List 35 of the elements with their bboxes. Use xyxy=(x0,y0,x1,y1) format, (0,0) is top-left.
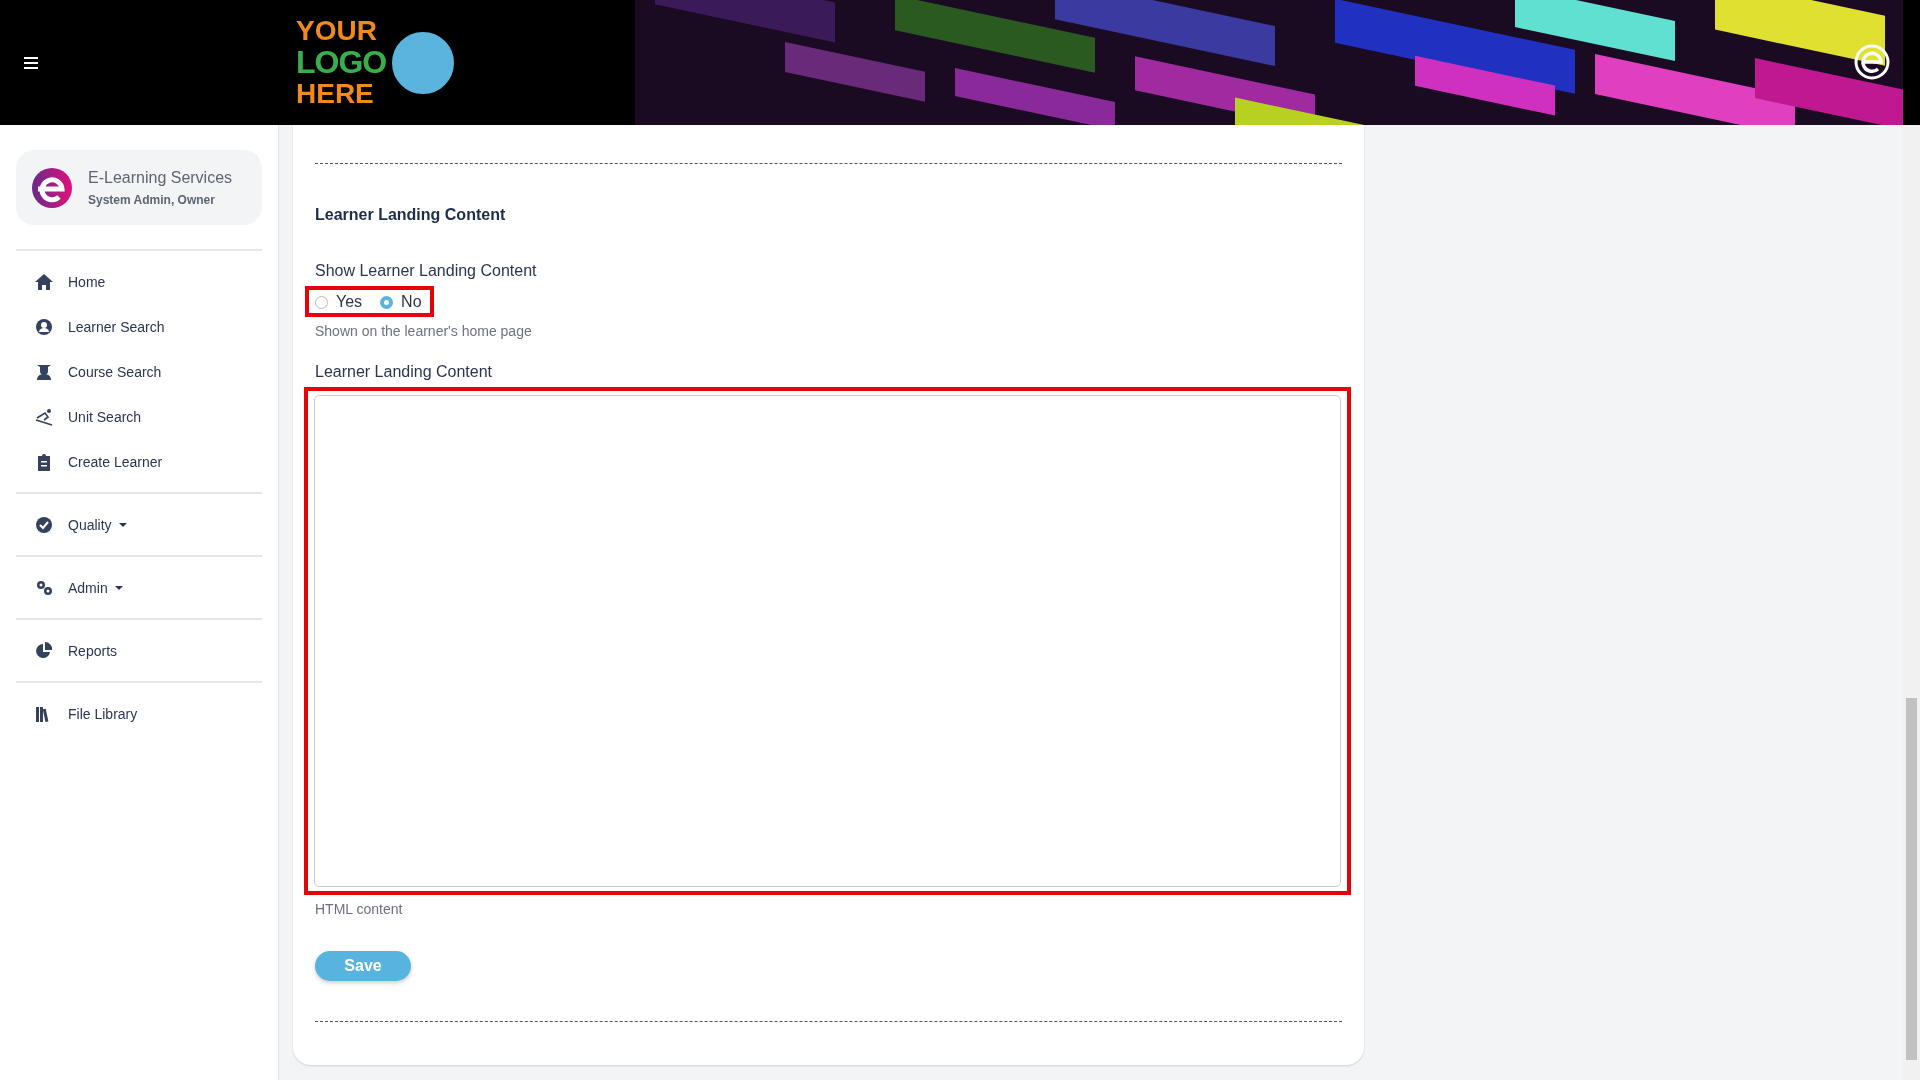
pie-chart-icon xyxy=(35,641,53,660)
radio-button[interactable] xyxy=(380,295,394,309)
field-label: Show Learner Landing Content xyxy=(315,262,537,280)
sidebar-item[interactable]: Reports xyxy=(16,628,262,673)
sidebar-item[interactable]: Quality xyxy=(16,502,262,547)
radio-button[interactable] xyxy=(315,295,328,309)
sidebar-item[interactable]: Home xyxy=(16,259,262,304)
sidebar-item[interactable]: Course Search xyxy=(16,349,262,394)
logo: YOUR LOGO HERE xyxy=(296,16,459,109)
user-circle-icon xyxy=(35,317,53,336)
radio-option[interactable]: Yes xyxy=(315,293,363,311)
brand-e-logo xyxy=(1854,44,1890,80)
radio-option[interactable]: No xyxy=(380,293,422,311)
skier-icon xyxy=(35,407,53,426)
graduate-icon xyxy=(35,362,53,381)
sidebar-item[interactable]: File Library xyxy=(16,691,262,736)
gears-icon xyxy=(35,578,53,597)
user-role: System Admin, Owner xyxy=(88,192,216,207)
check-circle-icon xyxy=(35,515,53,534)
scrollbar-thumb[interactable] xyxy=(1906,698,1917,1060)
sidebar-item[interactable]: Admin xyxy=(16,565,262,610)
home-icon xyxy=(35,272,53,291)
caret-icon xyxy=(114,585,123,590)
clipboard-icon xyxy=(35,452,53,471)
scrollbar[interactable] xyxy=(1903,125,1920,1080)
sidebar-item[interactable]: Create Learner xyxy=(16,439,262,484)
brand-e-logo xyxy=(32,167,72,208)
caret-icon xyxy=(118,522,127,527)
organization-name: E-Learning Services xyxy=(88,168,233,187)
help-text: HTML content xyxy=(315,901,403,917)
section-title: Learner Landing Content xyxy=(315,206,506,224)
field-label: Learner Landing Content xyxy=(315,363,493,381)
sidebar-item[interactable]: Unit Search xyxy=(16,394,262,439)
help-text: Shown on the learner's home page xyxy=(315,323,532,339)
sidebar-item[interactable]: Learner Search xyxy=(16,304,262,349)
